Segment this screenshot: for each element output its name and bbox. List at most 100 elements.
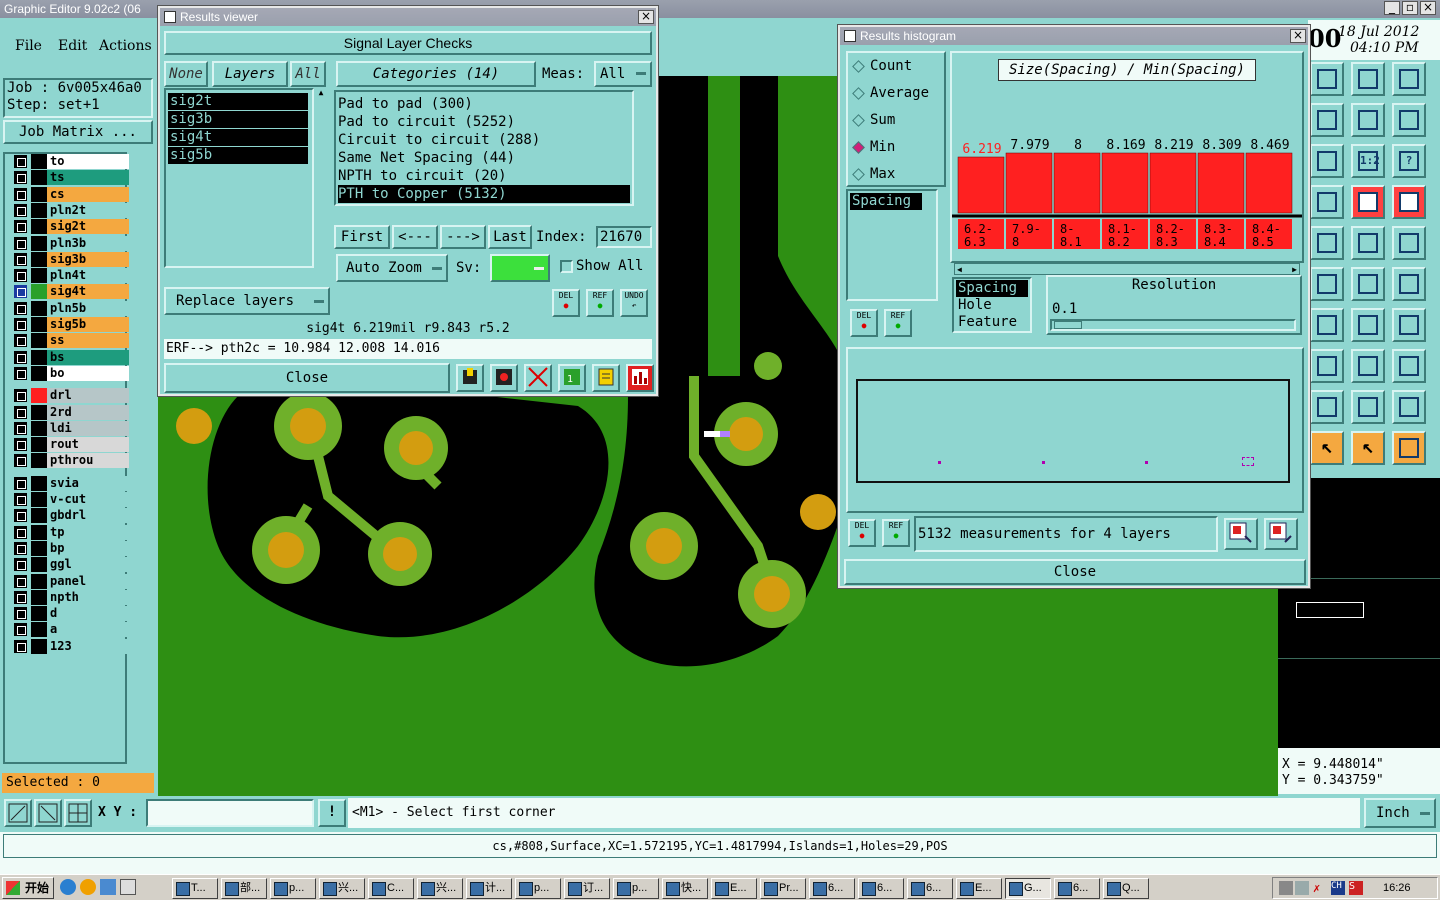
export-icon[interactable]	[1224, 518, 1258, 550]
line-icon[interactable]	[1310, 308, 1344, 342]
layer-checkbox[interactable]	[14, 350, 27, 364]
layer-checkbox[interactable]	[14, 541, 27, 555]
layer-checkbox[interactable]	[14, 301, 27, 315]
results-viewer-close-button[interactable]: Close	[164, 363, 450, 393]
layer-name[interactable]: bp	[47, 540, 129, 556]
text-a2-icon[interactable]	[1392, 390, 1426, 424]
layer-row[interactable]: pln2t	[11, 202, 129, 218]
units-dropdown[interactable]: Inch	[1364, 798, 1436, 828]
layer-color-swatch[interactable]	[31, 284, 47, 300]
layer-checkbox[interactable]	[14, 639, 27, 653]
maximize-icon[interactable]: ▫	[1402, 1, 1418, 15]
measure-scrollbar[interactable]	[932, 189, 944, 301]
none-button[interactable]: None	[164, 61, 208, 87]
categories-list[interactable]: Pad to pad (300) Pad to circuit (5252) Cir…	[334, 90, 634, 206]
layer-color-swatch[interactable]	[31, 235, 47, 251]
histogram-icon[interactable]	[626, 364, 654, 392]
layer-name[interactable]: 2rd	[47, 404, 129, 420]
scroll-left-icon[interactable]: ◀	[957, 265, 962, 274]
explorer-icon[interactable]	[120, 879, 136, 895]
layer-checkbox[interactable]	[14, 389, 27, 403]
taskbar-item[interactable]: T...	[172, 878, 218, 899]
radio-diamond-icon[interactable]	[852, 168, 865, 181]
tray-icon[interactable]	[1295, 881, 1309, 895]
layer-row[interactable]: rout	[11, 437, 129, 453]
histogram-bar[interactable]	[1005, 152, 1053, 214]
layer-name[interactable]: 123	[47, 638, 129, 654]
import-icon[interactable]	[1264, 518, 1298, 550]
layer-color-swatch[interactable]	[31, 524, 47, 540]
aggregate-option[interactable]: Average	[848, 80, 944, 107]
grid-icon[interactable]	[64, 799, 92, 827]
layer-color-swatch[interactable]	[31, 365, 47, 381]
histogram-chart[interactable]: 6.2196.2-6.37.9797.9-888-8.18.1698.1-8.2…	[952, 83, 1302, 261]
layer-color-swatch[interactable]	[31, 475, 47, 491]
menu-actions[interactable]: Actions	[99, 38, 152, 54]
taskbar-item[interactable]: 部...	[221, 878, 267, 899]
close-icon[interactable]: ×	[1420, 1, 1436, 15]
layer-name[interactable]: pln3b	[47, 235, 129, 251]
layer-color-swatch[interactable]	[31, 606, 47, 622]
scale-icon[interactable]: 1:2	[1351, 144, 1385, 178]
layer-name[interactable]: d	[47, 606, 129, 622]
layers-icon[interactable]	[1351, 185, 1385, 219]
replace-layers-dropdown[interactable]: Replace layers	[164, 287, 330, 315]
move-icon[interactable]	[1310, 144, 1344, 178]
layer-color-swatch[interactable]	[31, 186, 47, 202]
aggregate-option[interactable]: Count	[848, 53, 944, 80]
layer-row[interactable]: ss	[11, 333, 129, 349]
taskbar-item[interactable]: 6...	[1054, 878, 1100, 899]
tray-icon[interactable]: ✗	[1313, 881, 1327, 895]
category-item[interactable]: Circuit to circuit (288)	[338, 131, 630, 149]
radio-diamond-icon[interactable]	[852, 141, 865, 154]
layer-color-swatch[interactable]	[31, 268, 47, 284]
layer-row[interactable]: pln3b	[11, 235, 129, 251]
job-matrix-button[interactable]: Job Matrix ...	[3, 120, 153, 144]
layer-row[interactable]: bo	[11, 365, 129, 381]
layer-color-swatch[interactable]	[31, 170, 47, 186]
layer-list-item[interactable]: sig5b	[168, 147, 308, 164]
category-item[interactable]: NPTH to circuit (20)	[338, 167, 630, 185]
layer-name[interactable]: cs	[47, 186, 129, 202]
snap-icon[interactable]	[1351, 103, 1385, 137]
histogram-delete-button[interactable]: DEL ●	[850, 309, 878, 337]
resolution-slider[interactable]	[1050, 319, 1296, 331]
layer-name[interactable]: gbdrl	[47, 508, 129, 524]
layer-color-swatch[interactable]	[31, 349, 47, 365]
aggregate-option[interactable]: Sum	[848, 107, 944, 134]
layer-display-icon[interactable]	[456, 364, 484, 392]
layer-checkbox[interactable]	[14, 438, 27, 452]
taskbar-item[interactable]: p...	[613, 878, 659, 899]
layer-list-scrollbar[interactable]: ▲	[314, 88, 328, 268]
categories-scrollbar[interactable]	[640, 90, 654, 206]
zoom-area-icon[interactable]	[34, 799, 62, 827]
layer-row[interactable]: cs	[11, 186, 129, 202]
layer-name[interactable]: sig3b	[47, 251, 129, 267]
export-icon[interactable]	[1310, 103, 1344, 137]
taskbar-item[interactable]: E...	[956, 878, 1002, 899]
minimize-icon[interactable]: _	[1384, 1, 1400, 15]
menu-file[interactable]: File	[15, 38, 42, 54]
taskbar-item[interactable]: E...	[711, 878, 757, 899]
layer-name[interactable]: ggl	[47, 557, 129, 573]
layer-name[interactable]: pthrou	[47, 453, 129, 469]
layer-color-swatch[interactable]	[31, 388, 47, 404]
layers-button[interactable]: Layers	[212, 61, 288, 87]
category-item[interactable]: Same Net Spacing (44)	[338, 149, 630, 167]
layer-color-swatch[interactable]	[31, 300, 47, 316]
taskbar-item[interactable]: 6...	[858, 878, 904, 899]
taskbar-item[interactable]: Pr...	[760, 878, 806, 899]
layer-color-swatch[interactable]	[31, 333, 47, 349]
pad-icon[interactable]	[1310, 185, 1344, 219]
layer-checkbox[interactable]	[14, 334, 27, 348]
layer-row[interactable]: panel	[11, 573, 129, 589]
network-icon[interactable]	[1392, 185, 1426, 219]
refresh-button[interactable]: REF ●	[586, 289, 614, 317]
categories-hscrollbar[interactable]	[334, 208, 634, 220]
categories-button[interactable]: Categories (14)	[336, 61, 536, 87]
layer-name[interactable]: bs	[47, 349, 129, 365]
layer-row[interactable]: drl	[11, 388, 129, 404]
layer-checkbox[interactable]	[14, 236, 27, 250]
layer-checkbox[interactable]	[14, 476, 27, 490]
layer-name[interactable]: tp	[47, 524, 129, 540]
